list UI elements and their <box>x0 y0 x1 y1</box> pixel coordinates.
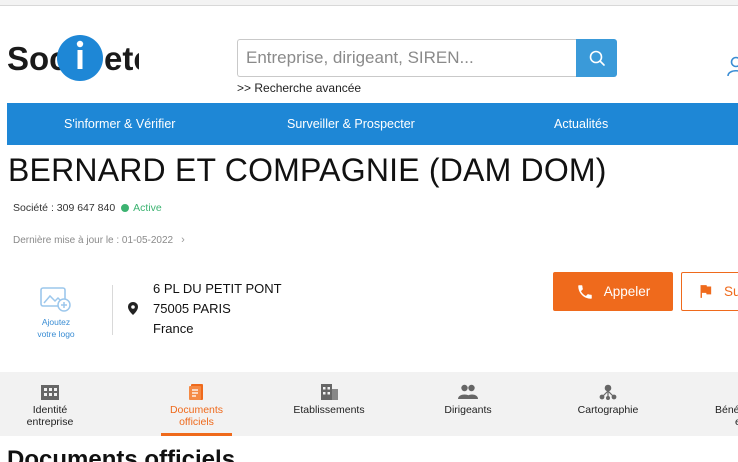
main-nav: S'informer & Vérifier Surveiller & Prosp… <box>7 103 738 145</box>
user-account-icon[interactable] <box>726 56 738 78</box>
siren-text: Société : 309 647 840 <box>13 202 116 214</box>
office-icon <box>321 384 338 400</box>
tab-documents-line2: officiels <box>179 416 214 428</box>
section-title: Documents officiels <box>7 446 236 462</box>
tab-dirigeants[interactable]: Dirigeants <box>434 372 502 436</box>
add-logo-label-1: Ajoutez <box>41 317 71 327</box>
top-strip <box>0 0 738 6</box>
follow-button-label: Suivre <box>724 284 738 299</box>
tab-cartographie[interactable]: Cartographie <box>570 372 646 436</box>
chevron-right-icon: › <box>181 234 185 246</box>
building-icon <box>41 385 59 400</box>
active-tab-underline <box>161 433 232 436</box>
address-line-1: 6 PL DU PETIT PONT <box>153 281 282 296</box>
search-icon <box>589 50 605 66</box>
status-dot-icon <box>121 204 130 212</box>
tab-dirigeants-line1: Dirigeants <box>444 404 492 416</box>
societe-logo[interactable]: Soc ete <box>7 34 139 84</box>
company-tabs: Identité entreprise Documents officiels Et… <box>0 372 738 436</box>
flag-icon <box>700 285 712 298</box>
address-line-3: France <box>153 321 194 336</box>
last-update[interactable]: Dernière mise à jour le : 01-05-2022 › <box>13 234 185 246</box>
address-line-2: 75005 PARIS <box>153 301 231 316</box>
people-icon <box>458 384 478 399</box>
search-bar <box>237 39 617 77</box>
phone-icon <box>577 284 592 299</box>
add-logo-button[interactable]: Ajoutez votre logo <box>30 286 82 340</box>
divider <box>112 285 113 335</box>
documents-icon <box>188 384 203 400</box>
add-logo-label-2: votre logo <box>37 329 75 339</box>
call-button-label: Appeler <box>603 284 651 299</box>
tab-documents-line1: Documents <box>169 404 224 416</box>
company-address: 6 PL DU PETIT PONT 75005 PARIS France <box>153 279 282 339</box>
tab-identite-line2: entreprise <box>26 416 74 428</box>
advanced-search-link[interactable]: >> Recherche avancée <box>237 81 361 95</box>
call-button[interactable]: Appeler <box>553 272 673 311</box>
network-icon <box>599 384 617 400</box>
nav-item-actualites[interactable]: Actualités <box>554 103 608 145</box>
tab-beneficiaires-line1: Béné <box>715 404 738 416</box>
nav-item-surveiller[interactable]: Surveiller & Prospecter <box>287 103 415 145</box>
company-name: BERNARD ET COMPAGNIE (DAM DOM) <box>8 152 607 188</box>
follow-button[interactable]: Suivre <box>681 272 738 311</box>
tab-beneficiaires[interactable]: Bénéeff <box>706 372 738 436</box>
tab-beneficiaires-line2: eff <box>735 416 738 428</box>
last-update-text: Dernière mise à jour le : 01-05-2022 <box>13 234 174 246</box>
tab-documents[interactable]: Documents officiels <box>161 372 232 436</box>
tab-etablissements-line1: Etablissements <box>293 404 365 416</box>
search-input[interactable] <box>237 39 576 77</box>
tab-identite-line1: Identité <box>32 404 68 416</box>
tab-identite[interactable]: Identité entreprise <box>10 372 90 436</box>
tab-cartographie-line1: Cartographie <box>577 404 639 416</box>
tab-etablissements[interactable]: Etablissements <box>288 372 370 436</box>
add-image-icon <box>40 287 71 312</box>
search-button[interactable] <box>576 39 617 77</box>
location-pin-icon <box>128 302 138 315</box>
svg-text:ete: ete <box>104 40 139 77</box>
status-badge: Active <box>133 202 162 214</box>
nav-item-informer[interactable]: S'informer & Vérifier <box>64 103 175 145</box>
company-meta: Société : 309 647 840 Active <box>13 202 162 214</box>
